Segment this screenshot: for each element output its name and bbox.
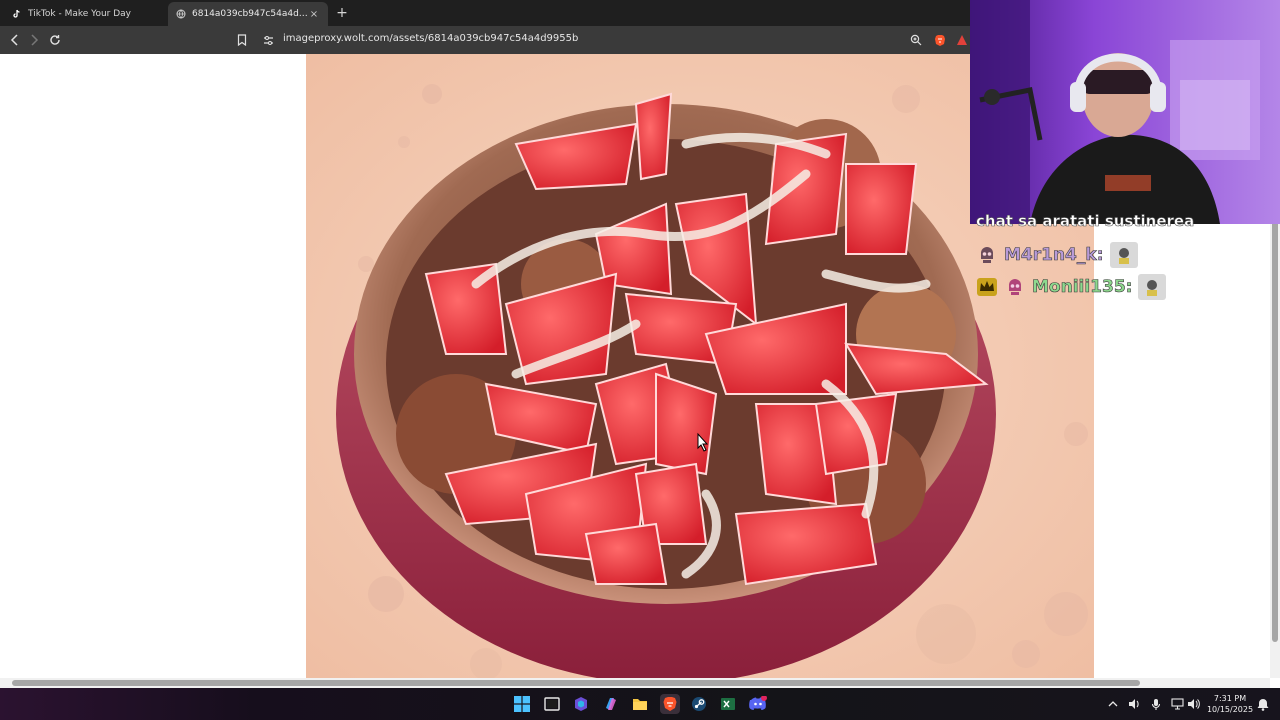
bell-icon [1257, 698, 1269, 711]
back-arrow-icon [10, 34, 18, 46]
rewards-triangle-icon [957, 35, 967, 45]
skull-badge-icon [1004, 276, 1026, 298]
taskbar-copilot[interactable] [601, 694, 621, 714]
copilot-icon [606, 698, 616, 710]
system-clock[interactable]: 7:31 PM 10/15/2025 [1205, 693, 1255, 715]
tiktok-icon [13, 9, 20, 18]
forward-arrow-icon [31, 34, 39, 46]
chat-message: Moniii135: [976, 274, 1167, 300]
new-tab-button[interactable]: + [334, 4, 350, 22]
taskbar-file-explorer[interactable] [630, 694, 650, 714]
volume-tray-button[interactable] [1186, 697, 1200, 711]
site-settings-icon [263, 35, 273, 45]
reload-button[interactable] [46, 31, 64, 49]
speaker-tray-button[interactable] [1127, 697, 1141, 711]
taskbar-office[interactable] [571, 694, 591, 714]
skull-badge-icon [976, 244, 998, 266]
site-info-button[interactable] [259, 31, 277, 49]
horizontal-scroll-thumb[interactable] [12, 680, 1140, 686]
windows-logo-icon [514, 696, 530, 712]
chat-message-partial: chat sa aratati sustinerea [976, 212, 1195, 230]
chat-message: M4r1n4_k: [976, 242, 1138, 268]
globe-icon [176, 9, 186, 19]
start-button[interactable] [512, 694, 532, 714]
network-monitor-icon [1170, 698, 1184, 710]
taskbar-steam[interactable] [689, 694, 709, 714]
clock-date: 10/15/2025 [1206, 705, 1254, 714]
emote-icon [1138, 274, 1167, 300]
brave-rewards-button[interactable] [954, 31, 970, 49]
bookmark-button[interactable] [233, 31, 251, 49]
chat-username: Moniii135: [1032, 277, 1133, 298]
brave-lion-icon [935, 34, 945, 46]
windows-taskbar: 7:31 PM 10/15/2025 [0, 688, 1280, 720]
forward-button[interactable] [25, 31, 43, 49]
brave-shields-button[interactable] [932, 31, 948, 49]
close-tab-icon[interactable]: × [308, 9, 320, 20]
chat-username: M4r1n4_k: [1004, 245, 1104, 266]
crown-badge-icon [976, 276, 998, 298]
taskbar-task-view[interactable] [542, 694, 562, 714]
discord-icon [749, 696, 767, 710]
chevron-up-icon [1108, 701, 1118, 707]
horizontal-scrollbar[interactable] [0, 678, 1270, 688]
show-hidden-icons-button[interactable] [1106, 697, 1120, 711]
taskbar-brave-browser[interactable] [660, 694, 680, 714]
zoom-button[interactable] [908, 31, 924, 49]
microsoft-365-icon [575, 697, 587, 711]
address-bar-url[interactable]: imageproxy.wolt.com/assets/6814a039cb947… [283, 33, 578, 44]
tab-tiktok[interactable]: TikTok - Make Your Day [4, 2, 164, 26]
emote-icon [1109, 242, 1138, 268]
streamer-webcam [970, 0, 1280, 224]
screen: TikTok - Make Your Day 6814a039cb947c54a… [0, 0, 1280, 720]
tab-image-asset[interactable]: 6814a039cb947c54a4d9955b (1… × [168, 2, 328, 26]
notifications-button[interactable] [1256, 697, 1270, 711]
back-button[interactable] [6, 31, 24, 49]
bookmark-icon [237, 34, 247, 46]
network-tray-button[interactable] [1170, 697, 1184, 711]
brave-browser-icon [663, 696, 677, 711]
microphone-tray-button[interactable] [1149, 697, 1163, 711]
speaker-icon [1128, 699, 1139, 709]
folder-icon [633, 699, 647, 710]
task-view-icon [544, 697, 560, 711]
zoom-icon [910, 34, 922, 46]
excel-icon [721, 698, 735, 710]
volume-icon [1187, 699, 1200, 709]
reload-icon [50, 35, 60, 45]
stream-chat-overlay: chat sa aratati sustinerea M4r1n4_k: Mon… [972, 212, 1272, 342]
taskbar-excel[interactable] [718, 694, 738, 714]
clock-time: 7:31 PM [1213, 694, 1247, 703]
tab-title: TikTok - Make Your Day [28, 9, 132, 19]
tab-title: 6814a039cb947c54a4d9955b (1… [192, 9, 308, 19]
microphone-icon [1151, 698, 1161, 710]
steam-icon [692, 697, 706, 711]
taskbar-discord[interactable] [748, 694, 768, 714]
